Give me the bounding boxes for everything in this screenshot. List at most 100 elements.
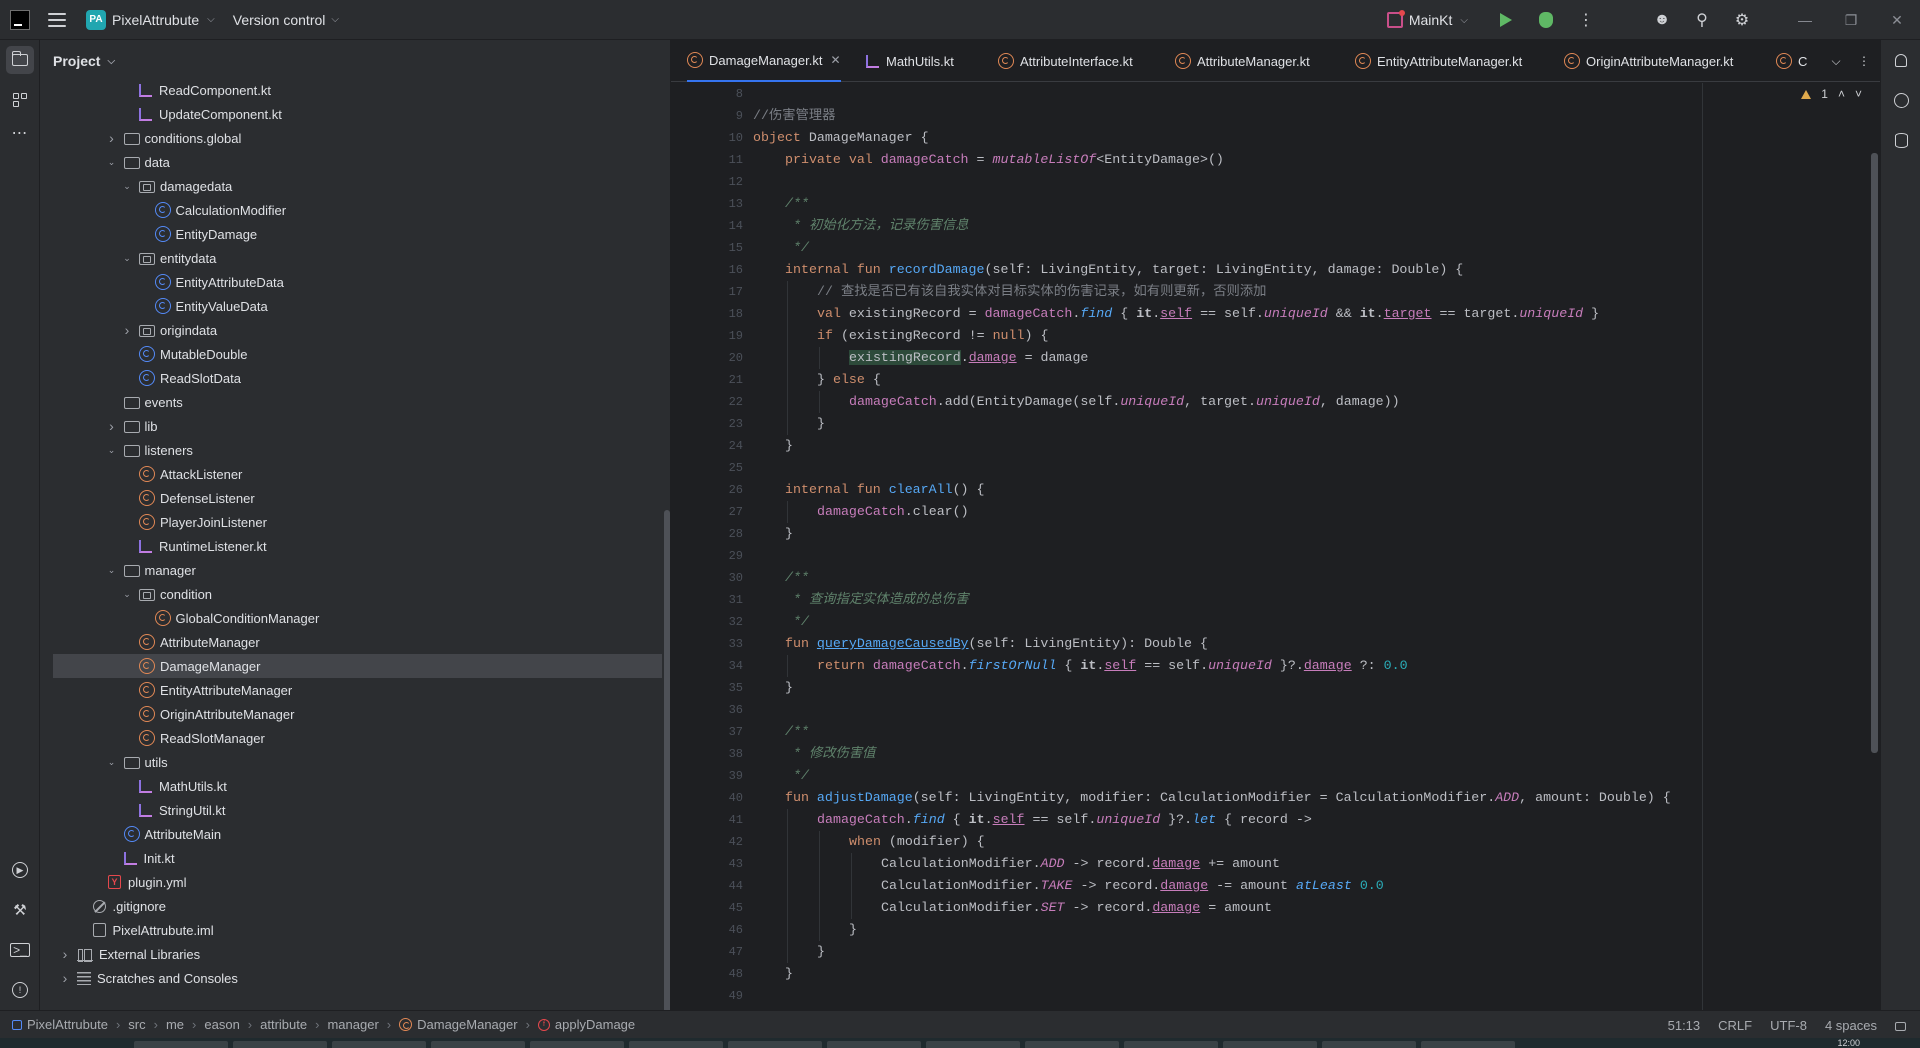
restore-button[interactable]: ❐ xyxy=(1828,0,1874,40)
tab-list-button[interactable]: ⌵ xyxy=(1824,40,1848,82)
line-number[interactable]: 22 xyxy=(683,391,743,413)
line-number[interactable]: 43 xyxy=(683,853,743,875)
tree-item[interactable]: ⌄ condition xyxy=(53,582,662,606)
tree-item[interactable]: CalculationModifier xyxy=(53,198,662,222)
build-tool-button[interactable]: ⚒ xyxy=(6,896,34,924)
chevron-down-icon[interactable]: ⌄ xyxy=(106,565,118,576)
line-number[interactable]: 9 xyxy=(683,105,743,127)
chevron-right-icon[interactable]: › xyxy=(59,946,71,962)
tree-item[interactable]: ReadComponent.kt xyxy=(53,82,662,102)
code-line[interactable]: * 修改伤害值 xyxy=(785,743,875,765)
chevron-right-icon[interactable]: › xyxy=(59,970,71,986)
code-line[interactable]: private val damageCatch = mutableListOf<… xyxy=(785,149,1224,171)
project-view-selector[interactable]: Project ⌵ xyxy=(40,40,670,82)
taskbar-app[interactable] xyxy=(827,1041,921,1048)
breadcrumb-item[interactable]: src xyxy=(128,1017,145,1032)
lock-icon[interactable] xyxy=(1895,1022,1906,1031)
code-line[interactable]: fun adjustDamage(self: LivingEntity, mod… xyxy=(785,787,1671,809)
chevron-down-icon[interactable]: ⌄ xyxy=(121,181,133,192)
tree-item[interactable]: AttributeManager xyxy=(53,630,662,654)
taskbar-app[interactable] xyxy=(332,1041,426,1048)
chevron-right-icon[interactable]: › xyxy=(121,322,133,338)
line-number[interactable]: 26 xyxy=(683,479,743,501)
problems-tool-button[interactable]: ! xyxy=(6,976,34,1004)
code-line[interactable]: } xyxy=(785,677,793,699)
line-number[interactable]: 46 xyxy=(683,919,743,941)
tree-item[interactable]: StringUtil.kt xyxy=(53,798,662,822)
tree-item[interactable]: .gitignore xyxy=(53,894,662,918)
tree-item[interactable]: ⌄ utils xyxy=(53,750,662,774)
code-line[interactable]: CalculationModifier.TAKE -> record.damag… xyxy=(881,875,1384,897)
code-line[interactable]: damageCatch.add(EntityDamage(self.unique… xyxy=(849,391,1400,413)
settings-button[interactable]: ⚙ xyxy=(1722,0,1762,40)
chevron-down-icon[interactable]: ⌄ xyxy=(121,589,133,600)
taskbar-app[interactable] xyxy=(1124,1041,1218,1048)
line-number[interactable]: 8 xyxy=(683,83,743,105)
line-number[interactable]: 18 xyxy=(683,303,743,325)
tree-item[interactable]: EntityValueData xyxy=(53,294,662,318)
run-configuration-selector[interactable]: MainKt ⌵ xyxy=(1386,10,1468,28)
code-line[interactable]: internal fun recordDamage(self: LivingEn… xyxy=(785,259,1463,281)
tree-item[interactable]: › origindata xyxy=(53,318,662,342)
taskbar-app[interactable] xyxy=(530,1041,624,1048)
project-switcher[interactable]: PA PixelAttrubute ⌵ xyxy=(86,9,215,30)
line-number[interactable]: 30 xyxy=(683,567,743,589)
tree-item[interactable]: ⌄ entitydata xyxy=(53,246,662,270)
chevron-down-icon[interactable]: ⌄ xyxy=(106,757,118,768)
editor-tab[interactable]: AttributeManager.kt xyxy=(1175,40,1310,82)
code-with-me-button[interactable]: ☻ xyxy=(1642,0,1682,40)
tab-actions-button[interactable]: ⋮ xyxy=(1852,40,1876,82)
breadcrumb-item[interactable]: attribute xyxy=(260,1017,307,1032)
line-number[interactable]: 38 xyxy=(683,743,743,765)
line-number[interactable]: 28 xyxy=(683,523,743,545)
breadcrumb-item[interactable]: f applyDamage xyxy=(537,1017,635,1032)
code-editor[interactable]: 8 9 10 11 12 13 14 15 16 17 18 19 20 21 22 23 24 25 26 27 28… xyxy=(671,83,1880,1010)
line-number[interactable]: 41 xyxy=(683,809,743,831)
line-number[interactable]: 23 xyxy=(683,413,743,435)
minimize-button[interactable]: — xyxy=(1782,0,1828,40)
search-everywhere-button[interactable]: ⚲ xyxy=(1682,0,1722,40)
chevron-down-icon[interactable]: ⌄ xyxy=(106,157,118,168)
tree-item[interactable]: MathUtils.kt xyxy=(53,774,662,798)
line-number[interactable]: 45 xyxy=(683,897,743,919)
editor-scrollbar[interactable] xyxy=(1871,153,1878,753)
line-number[interactable]: 13 xyxy=(683,193,743,215)
taskbar-app[interactable] xyxy=(1421,1041,1515,1048)
tree-item[interactable]: Yplugin.yml xyxy=(53,870,662,894)
tree-item[interactable]: ⌄ data xyxy=(53,150,662,174)
tree-item[interactable]: › lib xyxy=(53,414,662,438)
line-number[interactable]: 34 xyxy=(683,655,743,677)
code-line[interactable]: /** xyxy=(785,193,809,215)
main-menu-icon[interactable] xyxy=(48,12,66,27)
line-number[interactable]: 39 xyxy=(683,765,743,787)
code-line[interactable]: * 初始化方法，记录伤害信息 xyxy=(785,215,969,237)
close-tab-icon[interactable]: ✕ xyxy=(830,53,840,67)
version-control-menu[interactable]: Version control ⌵ xyxy=(233,12,339,28)
taskbar-app[interactable] xyxy=(1223,1041,1317,1048)
notifications-button[interactable] xyxy=(1891,50,1911,70)
more-tools-button[interactable]: ⋯ xyxy=(6,120,34,148)
inspection-widget[interactable]: 1 ˄ ˅ xyxy=(1801,87,1862,101)
line-number[interactable]: 40 xyxy=(683,787,743,809)
tree-item[interactable]: ⌄ damagedata xyxy=(53,174,662,198)
tree-item[interactable]: ReadSlotManager xyxy=(53,726,662,750)
code-line[interactable]: CalculationModifier.ADD -> record.damage… xyxy=(881,853,1280,875)
debug-button[interactable] xyxy=(1526,0,1566,40)
code-line[interactable]: internal fun clearAll() { xyxy=(785,479,985,501)
taskbar-app[interactable] xyxy=(431,1041,525,1048)
line-number[interactable]: 25 xyxy=(683,457,743,479)
line-number[interactable]: 49 xyxy=(683,985,743,1007)
taskbar-app[interactable] xyxy=(233,1041,327,1048)
ai-assistant-button[interactable] xyxy=(1891,90,1911,110)
code-line[interactable]: when (modifier) { xyxy=(849,831,985,853)
previous-highlight-icon[interactable]: ˄ xyxy=(1838,87,1845,101)
line-number[interactable]: 19 xyxy=(683,325,743,347)
caret-position[interactable]: 51:13 xyxy=(1668,1018,1701,1033)
tree-item[interactable]: EntityAttributeManager xyxy=(53,678,662,702)
editor-tab[interactable]: C xyxy=(1776,40,1807,82)
line-number[interactable]: 16 xyxy=(683,259,743,281)
taskbar-app[interactable] xyxy=(1025,1041,1119,1048)
line-number[interactable]: 31 xyxy=(683,589,743,611)
code-line[interactable]: object DamageManager { xyxy=(753,127,929,149)
code-line[interactable]: } xyxy=(817,941,825,963)
